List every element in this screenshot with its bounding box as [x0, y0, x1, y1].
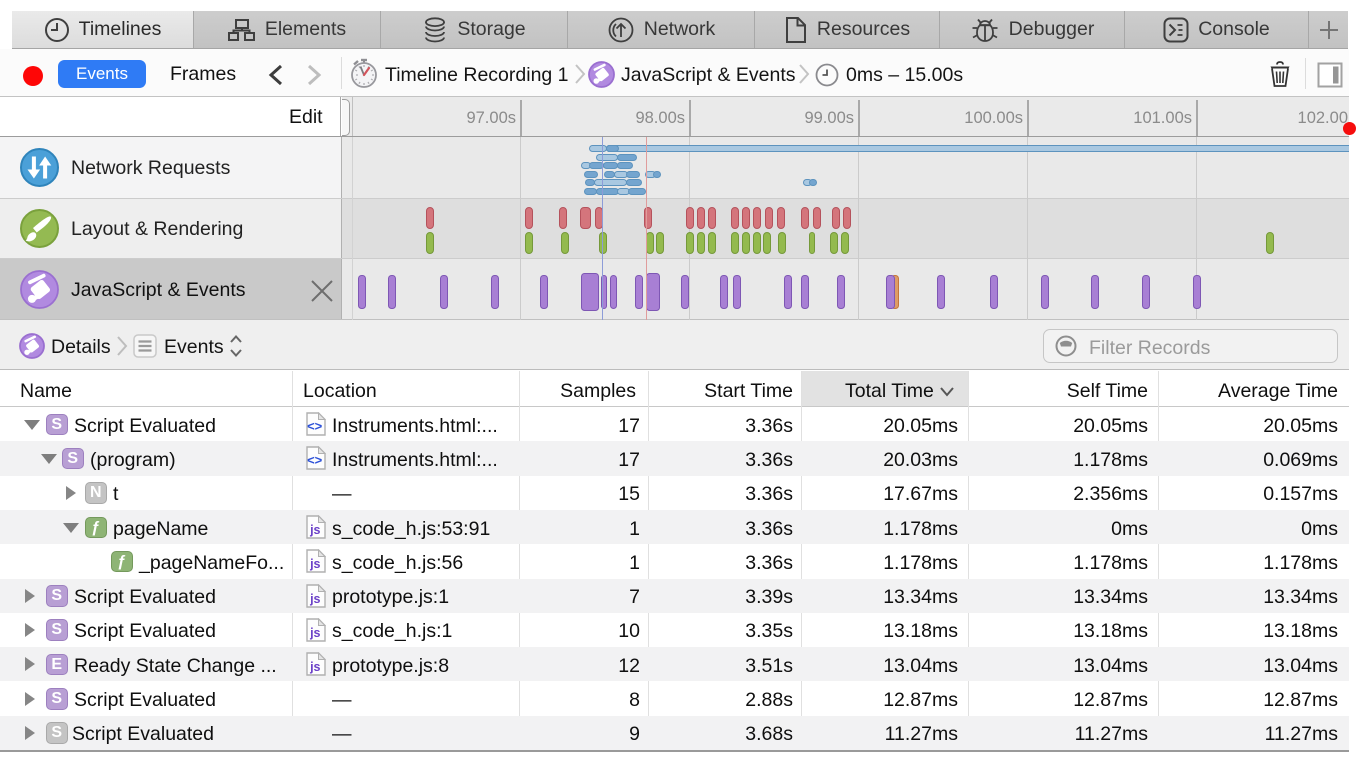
svg-text:js: js: [309, 660, 320, 674]
svg-text:js: js: [309, 557, 320, 571]
svg-text:<>: <>: [307, 453, 323, 468]
svg-text:js: js: [309, 626, 320, 640]
svg-text:<>: <>: [307, 419, 323, 434]
svg-text:js: js: [309, 523, 320, 537]
svg-text:js: js: [309, 592, 320, 606]
